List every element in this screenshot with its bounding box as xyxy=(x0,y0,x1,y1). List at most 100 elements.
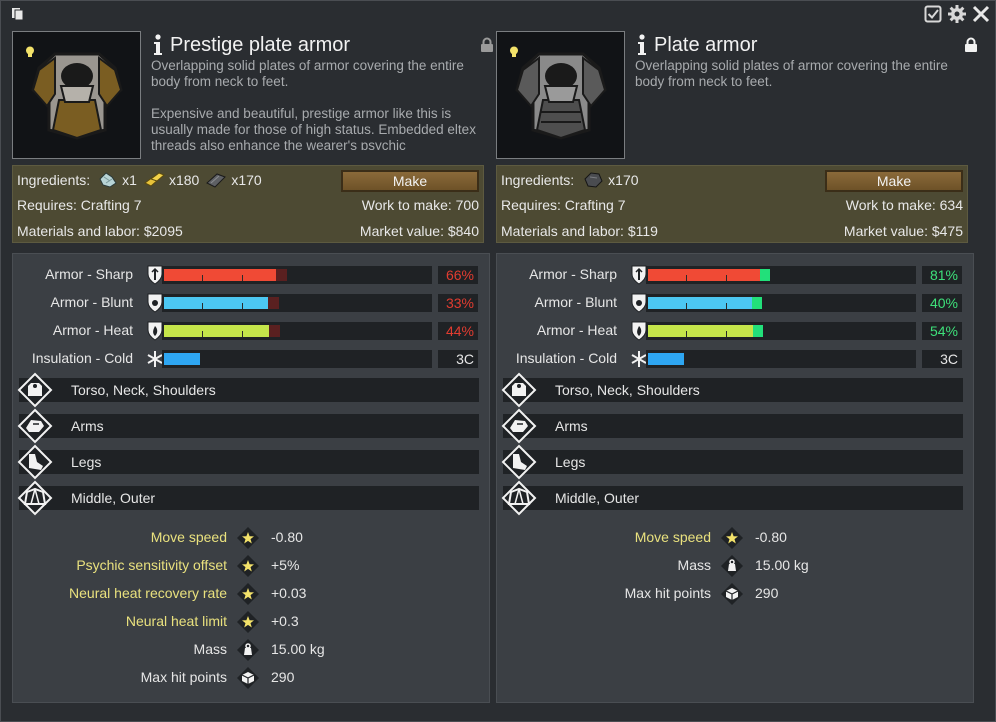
info-icon[interactable] xyxy=(152,34,164,56)
ingredient-qty: x1 xyxy=(122,172,137,188)
armor-stat-bar-fill xyxy=(164,297,268,309)
coverage-row: Legs xyxy=(17,444,479,480)
ingredient-qty: x180 xyxy=(168,172,200,188)
lock-icon[interactable] xyxy=(480,37,494,53)
stat-value: +0.03 xyxy=(271,585,307,601)
armor-stat-label: Armor - Blunt xyxy=(534,294,617,310)
crafting-info: Ingredients: x170 Make Requires: Craftin… xyxy=(496,165,968,243)
gold-icon xyxy=(144,172,165,187)
item-title: Prestige plate armor xyxy=(170,33,351,56)
legs-icon xyxy=(17,444,53,480)
ingredients-label: Ingredients: xyxy=(501,172,575,188)
armor-stat-value: 33% xyxy=(438,294,478,312)
info-icon[interactable] xyxy=(636,34,648,56)
gear-icon[interactable] xyxy=(947,4,967,24)
description-paragraph: Overlapping solid plates of armor coveri… xyxy=(635,58,948,89)
coverage-row: Middle, Outer xyxy=(17,480,479,516)
item-panel-plate: Plate armor Overlapping solid plates of … xyxy=(496,31,984,703)
armor-stat-value: 3C xyxy=(438,350,478,368)
cloth-icon xyxy=(99,172,117,188)
stat-label: Max hit points xyxy=(624,585,711,601)
requires-text: Requires: Crafting 7 xyxy=(17,197,142,213)
coverage-label: Legs xyxy=(71,454,102,470)
ingredient-item: x180 xyxy=(143,171,199,189)
make-button[interactable]: Make xyxy=(341,170,479,192)
coverage-row: Torso, Neck, Shoulders xyxy=(501,372,963,408)
bar-tick xyxy=(686,331,687,337)
make-button[interactable]: Make xyxy=(825,170,963,192)
plate-armor-icon xyxy=(515,52,607,140)
armor-stat-value: 66% xyxy=(438,266,478,284)
bar-tick xyxy=(726,303,727,309)
armor-stat-bar xyxy=(162,266,432,284)
stat-row: Move speed -0.80 xyxy=(13,524,489,550)
stat-value: 15.00 kg xyxy=(755,557,809,573)
stat-label: Max hit points xyxy=(140,669,227,685)
armor-stat-label: Insulation - Cold xyxy=(31,350,133,366)
ingredients-label: Ingredients: xyxy=(17,172,91,188)
middle-outer-icon xyxy=(17,480,53,516)
lock-icon[interactable] xyxy=(964,37,978,53)
bar-tick xyxy=(202,331,203,337)
bar-tick xyxy=(726,331,727,337)
torso-neck-shoulders-icon xyxy=(501,372,537,408)
stat-row: Move speed -0.80 xyxy=(497,524,973,550)
stat-label: Move speed xyxy=(150,529,227,545)
armor-stat-row: Armor - Sharp 66% xyxy=(13,264,489,286)
star-icon xyxy=(235,553,261,579)
star-icon xyxy=(235,609,261,635)
checkbox-icon[interactable] xyxy=(923,4,943,24)
coverage-label: Middle, Outer xyxy=(555,490,640,506)
armor-stat-bar xyxy=(646,322,916,340)
item-description: Overlapping solid plates of armor coveri… xyxy=(635,58,973,150)
armor-stat-bar-fill xyxy=(164,353,200,365)
market-value-text: Market value: $840 xyxy=(359,223,479,239)
armor-stat-bar xyxy=(162,350,432,368)
armor-stat-label: Armor - Sharp xyxy=(45,266,133,282)
coverage-row: Arms xyxy=(501,408,963,444)
stat-label: Neural heat recovery rate xyxy=(69,585,227,601)
armor-stat-row: Armor - Blunt 40% xyxy=(497,292,973,314)
stat-row: Mass 15.00 kg xyxy=(497,552,973,578)
armor-stat-label: Armor - Heat xyxy=(52,322,133,338)
armor-stat-bar-diff xyxy=(269,325,280,337)
item-description: Overlapping solid plates of armor coveri… xyxy=(151,58,489,150)
bar-tick xyxy=(726,275,727,281)
hitpoints-icon xyxy=(719,581,745,607)
stat-label: Psychic sensitivity offset xyxy=(76,557,227,573)
coverage-label: Middle, Outer xyxy=(71,490,156,506)
copy-icon[interactable] xyxy=(11,7,25,21)
armor-stat-label: Armor - Sharp xyxy=(529,266,617,282)
hitpoints-icon xyxy=(235,665,261,691)
armor-stat-label: Armor - Blunt xyxy=(50,294,133,310)
armor-stat-value: 40% xyxy=(922,294,962,312)
item-thumbnail xyxy=(496,31,625,159)
armor-stat-bar xyxy=(162,294,432,312)
armor-stat-row: Armor - Heat 54% xyxy=(497,320,973,342)
work-to-make-text: Work to make: 700 xyxy=(361,197,479,213)
coverage-row: Legs xyxy=(501,444,963,480)
ingredient-qty: x170 xyxy=(231,172,262,188)
stat-value: -0.80 xyxy=(755,529,787,545)
prestige-armor-icon xyxy=(31,52,123,140)
plasteel-icon xyxy=(206,173,227,188)
close-icon[interactable] xyxy=(971,4,991,24)
bar-tick xyxy=(202,275,203,281)
market-value-text: Market value: $475 xyxy=(843,223,963,239)
armor-stat-row: Insulation - Cold 3C xyxy=(497,348,973,370)
armor-stat-label: Insulation - Cold xyxy=(515,350,617,366)
armor-stat-label: Armor - Heat xyxy=(536,322,617,338)
stat-row: Psychic sensitivity offset +5% xyxy=(13,552,489,578)
armor-stat-bar-fill xyxy=(648,269,760,281)
coverage-label: Arms xyxy=(555,418,588,434)
armor-stat-value: 3C xyxy=(922,350,962,368)
armor-stat-bar-fill xyxy=(648,325,753,337)
middle-outer-icon xyxy=(501,480,537,516)
ingredient-qty: x170 xyxy=(608,172,639,188)
armor-stat-bar-fill xyxy=(164,325,269,337)
stat-value: +5% xyxy=(271,557,300,573)
description-paragraph: Expensive and beautiful, prestige armor … xyxy=(151,106,476,150)
stat-value: +0.3 xyxy=(271,613,299,629)
stat-row: Mass 15.00 kg xyxy=(13,636,489,662)
armor-stat-bar-fill xyxy=(648,353,684,365)
